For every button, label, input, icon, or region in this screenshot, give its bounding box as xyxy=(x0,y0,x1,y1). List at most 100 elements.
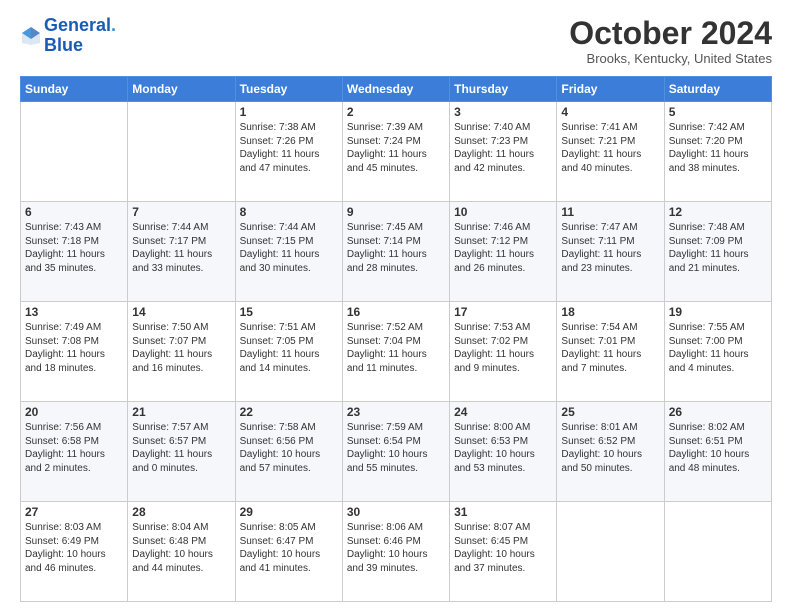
day-info: Sunrise: 8:06 AM Sunset: 6:46 PM Dayligh… xyxy=(347,521,445,575)
day-info: Sunrise: 7:52 AM Sunset: 7:04 PM Dayligh… xyxy=(347,321,445,375)
day-number: 18 xyxy=(561,305,659,319)
day-number: 7 xyxy=(132,205,230,219)
calendar-cell: 21 Sunrise: 7:57 AM Sunset: 6:57 PM Dayli… xyxy=(128,402,235,502)
calendar-cell: 26Sunrise: 8:02 AM Sunset: 6:51 PM Dayli… xyxy=(664,402,771,502)
day-number: 11 xyxy=(561,205,659,219)
logo-blue-dot: . xyxy=(111,15,116,35)
day-info: Sunrise: 8:01 AM Sunset: 6:52 PM Dayligh… xyxy=(561,421,659,475)
calendar-cell: 3 Sunrise: 7:40 AM Sunset: 7:23 PM Daylig… xyxy=(450,102,557,202)
day-number: 3 xyxy=(454,105,552,119)
col-header-monday: Monday xyxy=(128,77,235,102)
col-header-thursday: Thursday xyxy=(450,77,557,102)
calendar-cell xyxy=(557,502,664,602)
calendar-cell: 8 Sunrise: 7:44 AM Sunset: 7:15 PM Daylig… xyxy=(235,202,342,302)
day-number: 6 xyxy=(25,205,123,219)
calendar-cell: 31Sunrise: 8:07 AM Sunset: 6:45 PM Dayli… xyxy=(450,502,557,602)
day-info: Sunrise: 7:59 AM Sunset: 6:54 PM Dayligh… xyxy=(347,421,445,475)
calendar-cell: 9 Sunrise: 7:45 AM Sunset: 7:14 PM Daylig… xyxy=(342,202,449,302)
title-area: October 2024 Brooks, Kentucky, United St… xyxy=(569,16,772,66)
calendar-cell: 22 Sunrise: 7:58 AM Sunset: 6:56 PM Dayli… xyxy=(235,402,342,502)
calendar-cell: 18 Sunrise: 7:54 AM Sunset: 7:01 PM Dayli… xyxy=(557,302,664,402)
day-info: Sunrise: 7:48 AM Sunset: 7:09 PM Dayligh… xyxy=(669,221,767,275)
day-info: Sunrise: 8:07 AM Sunset: 6:45 PM Dayligh… xyxy=(454,521,552,575)
day-number: 17 xyxy=(454,305,552,319)
col-header-sunday: Sunday xyxy=(21,77,128,102)
day-number: 8 xyxy=(240,205,338,219)
calendar-cell: 14 Sunrise: 7:50 AM Sunset: 7:07 PM Dayli… xyxy=(128,302,235,402)
calendar-cell: 4 Sunrise: 7:41 AM Sunset: 7:21 PM Daylig… xyxy=(557,102,664,202)
day-info: Sunrise: 7:49 AM Sunset: 7:08 PM Dayligh… xyxy=(25,321,123,375)
day-number: 2 xyxy=(347,105,445,119)
day-number: 5 xyxy=(669,105,767,119)
day-number: 19 xyxy=(669,305,767,319)
calendar-cell: 13 Sunrise: 7:49 AM Sunset: 7:08 PM Dayli… xyxy=(21,302,128,402)
day-info: Sunrise: 7:44 AM Sunset: 7:15 PM Dayligh… xyxy=(240,221,338,275)
logo: General. Blue xyxy=(20,16,116,56)
day-number: 1 xyxy=(240,105,338,119)
day-info: Sunrise: 7:57 AM Sunset: 6:57 PM Dayligh… xyxy=(132,421,230,475)
calendar-cell: 28 Sunrise: 8:04 AM Sunset: 6:48 PM Dayli… xyxy=(128,502,235,602)
day-number: 29 xyxy=(240,505,338,519)
calendar-cell: 27 Sunrise: 8:03 AM Sunset: 6:49 PM Dayli… xyxy=(21,502,128,602)
day-info: Sunrise: 7:56 AM Sunset: 6:58 PM Dayligh… xyxy=(25,421,123,475)
calendar-cell xyxy=(664,502,771,602)
day-info: Sunrise: 7:44 AM Sunset: 7:17 PM Dayligh… xyxy=(132,221,230,275)
calendar-cell: 10Sunrise: 7:46 AM Sunset: 7:12 PM Dayli… xyxy=(450,202,557,302)
day-number: 21 xyxy=(132,405,230,419)
day-number: 20 xyxy=(25,405,123,419)
calendar-cell: 29 Sunrise: 8:05 AM Sunset: 6:47 PM Dayli… xyxy=(235,502,342,602)
page: General. Blue October 2024 Brooks, Kentu… xyxy=(0,0,792,612)
day-info: Sunrise: 7:53 AM Sunset: 7:02 PM Dayligh… xyxy=(454,321,552,375)
day-number: 24 xyxy=(454,405,552,419)
header: General. Blue October 2024 Brooks, Kentu… xyxy=(20,16,772,66)
day-info: Sunrise: 7:40 AM Sunset: 7:23 PM Dayligh… xyxy=(454,121,552,175)
day-info: Sunrise: 8:04 AM Sunset: 6:48 PM Dayligh… xyxy=(132,521,230,575)
day-info: Sunrise: 8:05 AM Sunset: 6:47 PM Dayligh… xyxy=(240,521,338,575)
day-info: Sunrise: 7:43 AM Sunset: 7:18 PM Dayligh… xyxy=(25,221,123,275)
calendar-cell: 30 Sunrise: 8:06 AM Sunset: 6:46 PM Dayli… xyxy=(342,502,449,602)
day-number: 26 xyxy=(669,405,767,419)
day-info: Sunrise: 7:46 AM Sunset: 7:12 PM Dayligh… xyxy=(454,221,552,275)
day-number: 14 xyxy=(132,305,230,319)
day-info: Sunrise: 7:41 AM Sunset: 7:21 PM Dayligh… xyxy=(561,121,659,175)
day-number: 27 xyxy=(25,505,123,519)
calendar-cell: 7 Sunrise: 7:44 AM Sunset: 7:17 PM Daylig… xyxy=(128,202,235,302)
calendar-cell: 20 Sunrise: 7:56 AM Sunset: 6:58 PM Dayli… xyxy=(21,402,128,502)
day-number: 12 xyxy=(669,205,767,219)
day-info: Sunrise: 7:42 AM Sunset: 7:20 PM Dayligh… xyxy=(669,121,767,175)
day-number: 9 xyxy=(347,205,445,219)
calendar-cell: 17 Sunrise: 7:53 AM Sunset: 7:02 PM Dayli… xyxy=(450,302,557,402)
calendar-cell xyxy=(21,102,128,202)
day-info: Sunrise: 7:38 AM Sunset: 7:26 PM Dayligh… xyxy=(240,121,338,175)
calendar-cell: 12 Sunrise: 7:48 AM Sunset: 7:09 PM Dayli… xyxy=(664,202,771,302)
day-number: 30 xyxy=(347,505,445,519)
calendar-cell: 1 Sunrise: 7:38 AM Sunset: 7:26 PM Daylig… xyxy=(235,102,342,202)
col-header-friday: Friday xyxy=(557,77,664,102)
day-info: Sunrise: 8:03 AM Sunset: 6:49 PM Dayligh… xyxy=(25,521,123,575)
day-number: 13 xyxy=(25,305,123,319)
day-info: Sunrise: 7:51 AM Sunset: 7:05 PM Dayligh… xyxy=(240,321,338,375)
day-info: Sunrise: 7:55 AM Sunset: 7:00 PM Dayligh… xyxy=(669,321,767,375)
month-title: October 2024 xyxy=(569,16,772,51)
calendar-cell xyxy=(128,102,235,202)
calendar-cell: 6 Sunrise: 7:43 AM Sunset: 7:18 PM Daylig… xyxy=(21,202,128,302)
day-info: Sunrise: 7:45 AM Sunset: 7:14 PM Dayligh… xyxy=(347,221,445,275)
day-number: 25 xyxy=(561,405,659,419)
calendar-cell: 23 Sunrise: 7:59 AM Sunset: 6:54 PM Dayli… xyxy=(342,402,449,502)
day-number: 28 xyxy=(132,505,230,519)
day-info: Sunrise: 7:50 AM Sunset: 7:07 PM Dayligh… xyxy=(132,321,230,375)
calendar-cell: 11 Sunrise: 7:47 AM Sunset: 7:11 PM Dayli… xyxy=(557,202,664,302)
day-info: Sunrise: 7:54 AM Sunset: 7:01 PM Dayligh… xyxy=(561,321,659,375)
day-number: 4 xyxy=(561,105,659,119)
day-number: 15 xyxy=(240,305,338,319)
calendar-cell: 15 Sunrise: 7:51 AM Sunset: 7:05 PM Dayli… xyxy=(235,302,342,402)
calendar-table: SundayMondayTuesdayWednesdayThursdayFrid… xyxy=(20,76,772,602)
day-number: 22 xyxy=(240,405,338,419)
day-info: Sunrise: 7:39 AM Sunset: 7:24 PM Dayligh… xyxy=(347,121,445,175)
calendar-cell: 16Sunrise: 7:52 AM Sunset: 7:04 PM Dayli… xyxy=(342,302,449,402)
day-info: Sunrise: 7:58 AM Sunset: 6:56 PM Dayligh… xyxy=(240,421,338,475)
day-number: 23 xyxy=(347,405,445,419)
col-header-saturday: Saturday xyxy=(664,77,771,102)
location: Brooks, Kentucky, United States xyxy=(569,51,772,66)
day-info: Sunrise: 7:47 AM Sunset: 7:11 PM Dayligh… xyxy=(561,221,659,275)
